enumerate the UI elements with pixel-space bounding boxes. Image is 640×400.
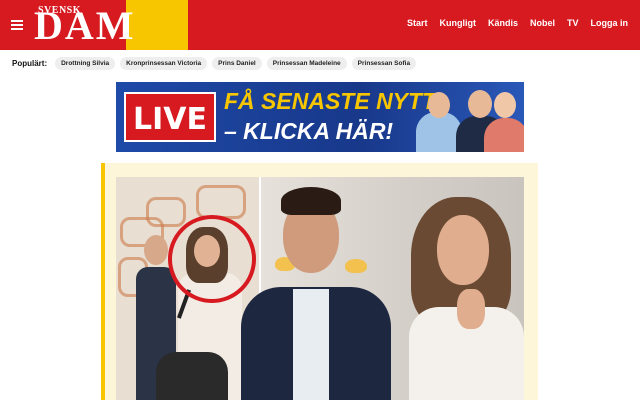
nav-nobel[interactable]: Nobel xyxy=(530,18,555,28)
wall-decoration xyxy=(146,197,186,227)
main-nav: Start Kungligt Kändis Nobel TV Logga in xyxy=(407,18,628,28)
popular-label: Populärt: xyxy=(12,58,48,68)
article-image-left-panel xyxy=(116,177,259,400)
live-badge: LIVE xyxy=(124,92,216,142)
topic-chip-prinsessan-madeleine[interactable]: Prinsessan Madeleine xyxy=(266,56,347,70)
banner-portrait-1-face xyxy=(428,92,450,118)
banner-portrait-2-face xyxy=(468,90,492,118)
banner-portrait-3-face xyxy=(494,92,516,118)
man-face xyxy=(144,235,168,265)
nav-tv[interactable]: TV xyxy=(567,18,579,28)
wall-decoration xyxy=(196,185,246,219)
emoji-decoration xyxy=(345,259,367,273)
topic-chip-prinsessan-sofia[interactable]: Prinsessan Sofia xyxy=(351,56,417,70)
nav-start[interactable]: Start xyxy=(407,18,428,28)
hamburger-menu-icon[interactable] xyxy=(11,20,23,30)
site-header: SVENSK DAM Start Kungligt Kändis Nobel T… xyxy=(0,0,640,50)
princess-hand xyxy=(457,289,485,329)
stroller xyxy=(156,352,228,400)
topic-chip-prins-daniel[interactable]: Prins Daniel xyxy=(212,56,262,70)
live-news-banner[interactable]: LIVE FÅ SENASTE NYTT – KLICKA HÄR! xyxy=(116,82,524,152)
princess-face xyxy=(437,215,489,285)
banner-headline: FÅ SENASTE NYTT xyxy=(224,88,437,114)
topic-chip-kronprinsessan-victoria[interactable]: Kronprinsessan Victoria xyxy=(120,56,208,70)
nav-login[interactable]: Logga in xyxy=(591,18,629,28)
prince-shirt xyxy=(293,289,329,400)
nav-kungligt[interactable]: Kungligt xyxy=(439,18,476,28)
red-highlight-circle xyxy=(168,215,256,303)
article-image[interactable] xyxy=(116,177,524,400)
popular-topics-bar: Populärt: Drottning Silvia Kronprinsessa… xyxy=(12,55,417,71)
topic-chip-drottning-silvia[interactable]: Drottning Silvia xyxy=(55,56,116,70)
nav-kandis[interactable]: Kändis xyxy=(488,18,518,28)
live-badge-text: LIVE xyxy=(133,102,207,137)
banner-portrait-3 xyxy=(484,118,524,152)
logo-big-text: DAM xyxy=(34,3,136,48)
article-image-right-panel xyxy=(241,177,524,400)
prince-hair xyxy=(281,187,341,215)
banner-cta: – KLICKA HÄR! xyxy=(224,118,394,144)
site-logo[interactable]: SVENSK DAM xyxy=(32,0,222,50)
